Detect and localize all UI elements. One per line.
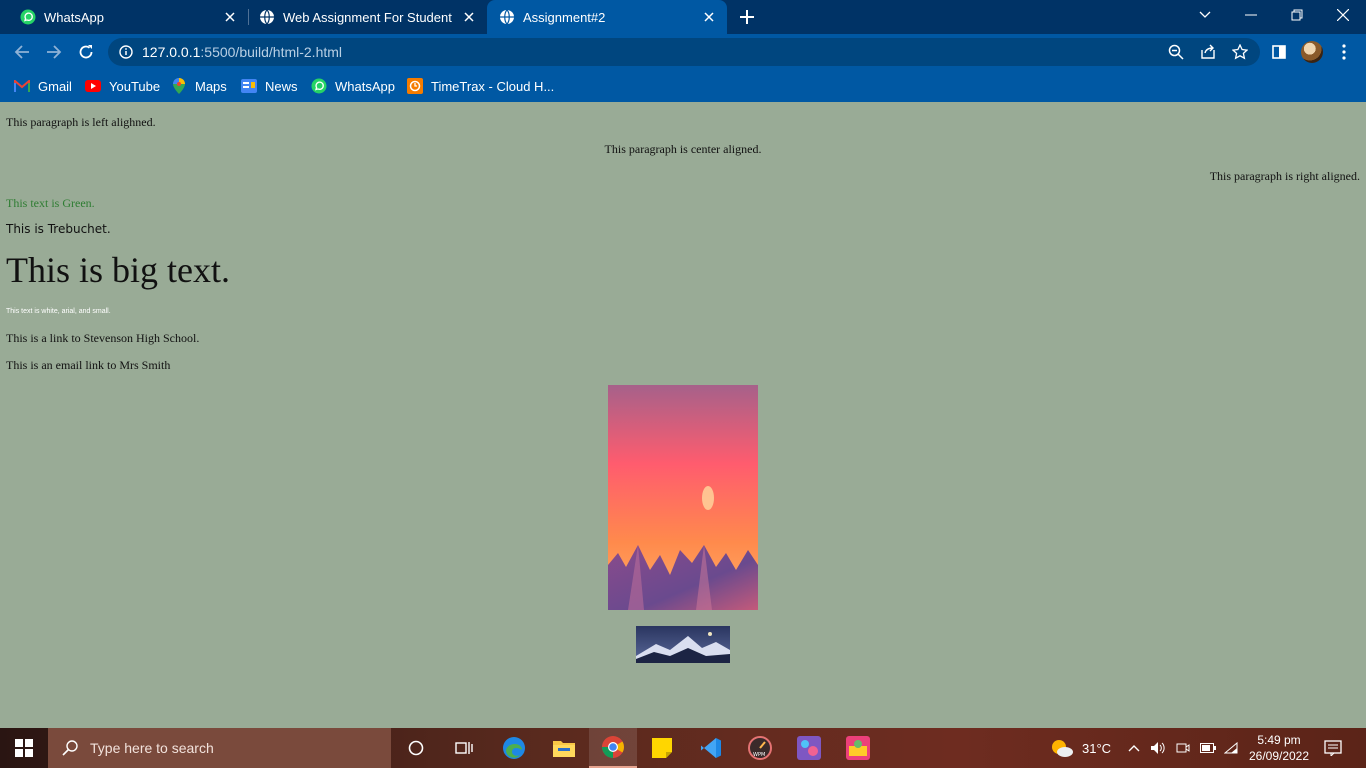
youtube-icon (85, 78, 101, 94)
whatsapp-icon (20, 9, 36, 25)
address-bar[interactable]: 127.0.0.1:5500/build/html-2.html (108, 38, 1260, 66)
bookmark-label: WhatsApp (335, 78, 395, 94)
wpm-typing-icon[interactable]: WPM (736, 728, 784, 768)
file-explorer-icon[interactable] (540, 728, 588, 768)
bookmark-label: YouTube (109, 78, 161, 94)
clock-time: 5:49 pm (1257, 733, 1301, 747)
news-icon (241, 78, 257, 94)
trebuchet-text: This is Trebuchet. (6, 222, 111, 236)
reload-button[interactable] (74, 40, 98, 64)
cortana-icon[interactable] (392, 728, 440, 768)
bookmark-whatsapp[interactable]: WhatsApp (311, 77, 395, 95)
sticky-notes-icon[interactable] (638, 728, 686, 768)
site-info-icon[interactable] (118, 44, 134, 60)
tab-web-assignment[interactable]: Web Assignment For Student (239, 0, 487, 34)
forward-button[interactable] (42, 40, 66, 64)
restore-button[interactable] (1274, 0, 1320, 30)
show-hidden-icons[interactable] (1128, 728, 1140, 768)
whatsapp-icon (311, 78, 327, 94)
wifi-icon[interactable] (1224, 728, 1238, 768)
bookmark-label: Maps (195, 78, 227, 94)
browser-toolbar: 127.0.0.1:5500/build/html-2.html (0, 34, 1366, 70)
bookmark-maps[interactable]: Maps (171, 77, 227, 95)
close-tab-icon[interactable] (222, 9, 238, 25)
candy-game-icon[interactable] (834, 728, 882, 768)
left-aligned-paragraph: This paragraph is left alighned. (6, 115, 156, 129)
tab-title: Web Assignment For Student (283, 9, 452, 25)
close-window-button[interactable] (1320, 0, 1366, 30)
globe-icon (259, 9, 275, 25)
tab-title: WhatsApp (44, 9, 104, 25)
svg-text:WPM: WPM (753, 752, 765, 758)
vscode-icon[interactable] (687, 728, 735, 768)
email-link[interactable]: This is an email link to Mrs Smith (6, 358, 170, 373)
big-text: This is big text. (6, 250, 230, 290)
night-mountain-image (636, 626, 730, 663)
volume-icon[interactable] (1150, 728, 1166, 768)
close-tab-icon[interactable] (701, 9, 717, 25)
tab-strip: WhatsApp Web Assignment For Student Assi… (0, 0, 1366, 34)
maps-icon (171, 78, 187, 94)
clock-date: 26/09/2022 (1248, 749, 1310, 763)
notification-center-icon[interactable] (1324, 728, 1342, 768)
start-button[interactable] (0, 728, 48, 768)
system-clock[interactable]: 5:49 pm 26/09/2022 (1240, 732, 1318, 764)
tab-whatsapp[interactable]: WhatsApp (0, 0, 248, 34)
page-content: This paragraph is left alighned. This pa… (0, 102, 1366, 728)
stevenson-link[interactable]: This is a link to Stevenson High School. (6, 331, 199, 346)
meet-now-icon[interactable] (1176, 728, 1190, 768)
back-button[interactable] (10, 40, 34, 64)
game-app-icon[interactable] (785, 728, 833, 768)
bookmark-label: Gmail (38, 78, 72, 94)
profile-avatar[interactable] (1300, 40, 1324, 64)
tab-search-icon[interactable] (1182, 0, 1228, 30)
tab-title: Assignment#2 (523, 9, 606, 25)
white-small-text: This text is white, arial, and small. (6, 308, 111, 315)
taskbar-search[interactable]: Type here to search (48, 728, 391, 768)
green-text: This text is Green. (6, 196, 95, 210)
bookmark-star-icon[interactable] (1232, 44, 1248, 60)
bookmark-label: TimeTrax - Cloud H... (431, 78, 555, 94)
side-panel-icon[interactable] (1267, 40, 1291, 64)
bookmark-gmail[interactable]: Gmail (14, 77, 72, 95)
right-aligned-paragraph: This paragraph is right aligned. (1209, 169, 1360, 183)
weather-widget[interactable]: 31°C (1050, 728, 1111, 768)
zoom-icon[interactable] (1168, 44, 1184, 60)
gmail-icon (14, 78, 30, 94)
menu-icon[interactable] (1332, 40, 1356, 64)
center-aligned-paragraph: This paragraph is center aligned. (604, 142, 762, 156)
edge-icon[interactable] (490, 728, 538, 768)
chrome-icon[interactable] (589, 728, 637, 768)
search-icon (62, 740, 78, 756)
url-host: 127.0.0.1 (142, 44, 201, 60)
share-icon[interactable] (1200, 44, 1216, 60)
url-path: :5500/build/html-2.html (200, 44, 343, 60)
windows-taskbar: Type here to search WPM 31°C 5:49 pm 26/… (0, 728, 1366, 768)
bookmark-news[interactable]: News (241, 77, 298, 95)
globe-icon (499, 9, 515, 25)
new-tab-button[interactable] (736, 7, 758, 27)
windows-icon (15, 739, 33, 757)
sunset-mountains-image (608, 385, 758, 610)
tab-assignment-2[interactable]: Assignment#2 (487, 0, 727, 34)
weather-icon (1050, 738, 1074, 758)
search-placeholder: Type here to search (90, 740, 214, 756)
close-tab-icon[interactable] (461, 9, 477, 25)
task-view-icon[interactable] (440, 728, 488, 768)
url-text[interactable]: 127.0.0.1:5500/build/html-2.html (142, 44, 342, 60)
bookmarks-bar: Gmail YouTube Maps News WhatsApp TimeTra… (0, 70, 1366, 102)
timetrax-icon (407, 78, 423, 94)
bookmark-timetrax[interactable]: TimeTrax - Cloud H... (407, 77, 554, 95)
minimize-button[interactable] (1228, 0, 1274, 30)
bookmark-label: News (265, 78, 298, 94)
battery-icon[interactable] (1200, 728, 1216, 768)
bookmark-youtube[interactable]: YouTube (85, 77, 160, 95)
weather-temp: 31°C (1082, 740, 1112, 756)
